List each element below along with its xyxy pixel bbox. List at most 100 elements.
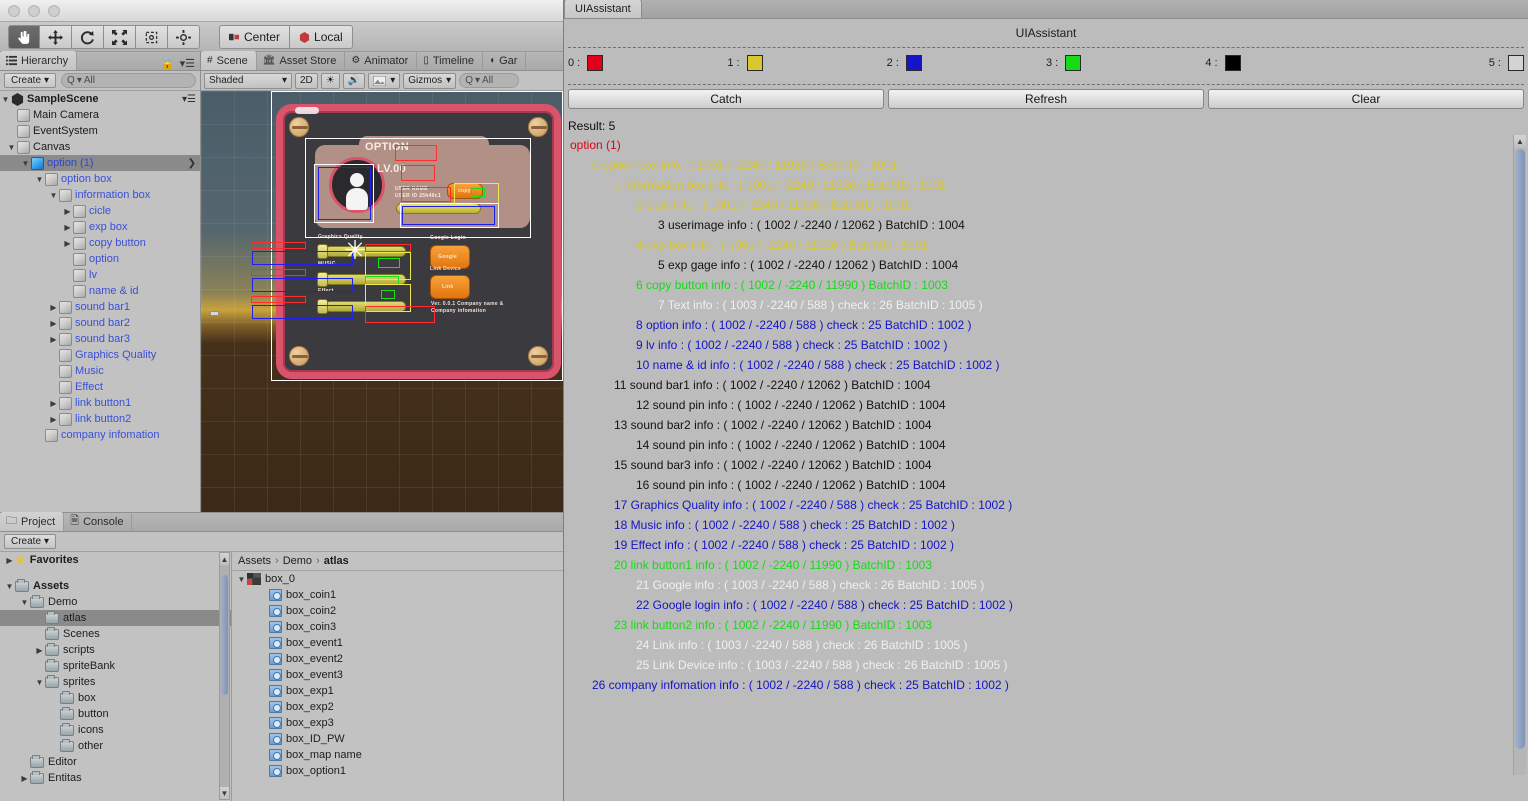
result-row-13[interactable]: 12 sound pin info : ( 1002 / -2240 / 120… bbox=[566, 395, 1526, 415]
hierarchy-root-row[interactable]: ▼ SampleScene ▾☰ bbox=[0, 91, 200, 107]
result-row-27[interactable]: 26 company infomation info : ( 1002 / -2… bbox=[566, 675, 1526, 695]
catch-button[interactable]: Catch bbox=[568, 89, 884, 109]
project-tree-item-atlas[interactable]: atlas bbox=[0, 610, 231, 626]
project-asset-list[interactable]: Assets › Demo › atlas ▼ box_0 box_coin1 box_coi… bbox=[232, 552, 563, 801]
result-list-area[interactable]: option (1) 0 option box info : ( 1001 / -… bbox=[566, 135, 1526, 775]
move-tool-button[interactable] bbox=[40, 25, 72, 49]
color-swatch[interactable] bbox=[905, 55, 922, 71]
project-create-button[interactable]: Create ▾ bbox=[4, 534, 57, 549]
project-tree-item-button[interactable]: button bbox=[0, 706, 231, 722]
hierarchy-item-sound-bar1[interactable]: ▶ sound bar1 bbox=[0, 299, 200, 315]
project-tree-item-editor[interactable]: Editor bbox=[0, 754, 231, 770]
shading-mode-dropdown[interactable]: Shaded ▾ bbox=[204, 72, 292, 89]
chevron-right-icon[interactable]: ▶ bbox=[48, 319, 59, 328]
hierarchy-item-canvas[interactable]: ▼ Canvas bbox=[0, 139, 200, 155]
scene-view-tabstrip[interactable]: # Scene 🏛 Asset Store ⚙ Animator ▯ Timeline ◖ Gar bbox=[201, 51, 563, 71]
asset-item-box-event1[interactable]: box_event1 bbox=[232, 635, 563, 651]
breadcrumb-item[interactable]: atlas bbox=[324, 555, 349, 567]
project-tree-item-entitas[interactable]: ▶ Entitas bbox=[0, 770, 231, 786]
asset-item-box-map-name[interactable]: box_map name bbox=[232, 747, 563, 763]
chevron-down-icon[interactable]: ▼ bbox=[20, 159, 31, 168]
chevron-down-icon[interactable]: ▼ bbox=[48, 191, 59, 200]
result-row-15[interactable]: 14 sound pin info : ( 1002 / -2240 / 120… bbox=[566, 435, 1526, 455]
hierarchy-item-option-1-[interactable]: ▼ option (1) ❯ bbox=[0, 155, 200, 171]
result-row-14[interactable]: 13 sound bar2 info : ( 1002 / -2240 / 12… bbox=[566, 415, 1526, 435]
chevron-down-icon[interactable]: ▼ bbox=[236, 575, 247, 584]
chevron-right-icon[interactable]: ▶ bbox=[62, 239, 73, 248]
result-row-19[interactable]: 18 Music info : ( 1002 / -2240 / 588 ) c… bbox=[566, 515, 1526, 535]
audio-toggle-button[interactable]: 🔊 bbox=[342, 72, 366, 89]
chevron-right-icon[interactable]: ▶ bbox=[34, 646, 45, 655]
hierarchy-root-menu-icon[interactable]: ▾☰ bbox=[182, 94, 196, 105]
refresh-button[interactable]: Refresh bbox=[888, 89, 1204, 109]
chevron-right-icon[interactable]: ▶ bbox=[62, 223, 73, 232]
project-tree-item-favorites[interactable]: ▶ ★ Favorites bbox=[0, 552, 231, 568]
lock-icon[interactable]: 🔒 bbox=[161, 57, 175, 70]
project-tree-item-other[interactable]: other bbox=[0, 738, 231, 754]
result-row-0[interactable]: option (1) bbox=[566, 135, 1526, 155]
result-row-7[interactable]: 6 copy button info : ( 1002 / -2240 / 11… bbox=[566, 275, 1526, 295]
hierarchy-item-option-box[interactable]: ▼ option box bbox=[0, 171, 200, 187]
color-swatch[interactable] bbox=[1065, 55, 1082, 71]
hierarchy-item-option[interactable]: option bbox=[0, 251, 200, 267]
hierarchy-item-effect[interactable]: Effect bbox=[0, 379, 200, 395]
result-scrollbar[interactable]: ▲ bbox=[1513, 135, 1526, 775]
color-swatch[interactable] bbox=[1507, 55, 1524, 71]
tab-animator[interactable]: ⚙ Animator bbox=[345, 51, 418, 70]
sound-bar3-track[interactable] bbox=[325, 301, 406, 312]
result-row-25[interactable]: 24 Link info : ( 1003 / -2240 / 588 ) ch… bbox=[566, 635, 1526, 655]
breadcrumb-item[interactable]: Demo bbox=[283, 555, 312, 567]
chevron-right-icon[interactable]: ▶ bbox=[48, 399, 59, 408]
chevron-right-icon[interactable]: ❯ bbox=[188, 158, 196, 169]
tab-scene[interactable]: # Scene bbox=[201, 51, 257, 70]
result-row-4[interactable]: 3 userimage info : ( 1002 / -2240 / 1206… bbox=[566, 215, 1526, 235]
rotate-tool-button[interactable] bbox=[72, 25, 104, 49]
result-row-1[interactable]: 0 option box info : ( 1001 / -2240 / 119… bbox=[566, 155, 1526, 175]
effects-dropdown[interactable]: ▾ bbox=[368, 72, 401, 89]
project-tabstrip[interactable]: 🗀 Project 🗎 Console bbox=[0, 512, 563, 532]
rect-tool-button[interactable] bbox=[136, 25, 168, 49]
color-swatch[interactable] bbox=[1224, 55, 1241, 71]
scene-search-input[interactable]: Q ▾ All bbox=[459, 73, 520, 88]
hierarchy-item-lv[interactable]: lv bbox=[0, 267, 200, 283]
chevron-right-icon[interactable]: ▶ bbox=[19, 774, 30, 783]
color-swatch[interactable] bbox=[587, 55, 604, 71]
asset-item-box-coin2[interactable]: box_coin2 bbox=[232, 603, 563, 619]
hierarchy-item-main-camera[interactable]: Main Camera bbox=[0, 107, 200, 123]
asset-item-box-event2[interactable]: box_event2 bbox=[232, 651, 563, 667]
result-row-16[interactable]: 15 sound bar3 info : ( 1002 / -2240 / 12… bbox=[566, 455, 1526, 475]
asset-item-box-exp3[interactable]: box_exp3 bbox=[232, 715, 563, 731]
tab-uiassistant[interactable]: UIAssistant bbox=[564, 0, 642, 18]
sound-bar3-knob[interactable] bbox=[317, 299, 328, 314]
tab-asset-store[interactable]: 🏛 Asset Store bbox=[257, 51, 346, 70]
result-row-5[interactable]: 4 exp box info : ( 1001 / -2240 / 11926 … bbox=[566, 235, 1526, 255]
project-tree-item-scripts[interactable]: ▶ scripts bbox=[0, 642, 231, 658]
chevron-down-icon[interactable]: ▼ bbox=[0, 95, 11, 104]
tab-console[interactable]: 🗎 Console bbox=[64, 512, 133, 531]
hand-tool-button[interactable] bbox=[8, 25, 40, 49]
hierarchy-item-link-button2[interactable]: ▶ link button2 bbox=[0, 411, 200, 427]
chevron-down-icon[interactable]: ▼ bbox=[4, 582, 15, 591]
transform-tool-button[interactable] bbox=[168, 25, 200, 49]
sound-bar1-knob[interactable] bbox=[317, 244, 328, 259]
hierarchy-item-link-button1[interactable]: ▶ link button1 bbox=[0, 395, 200, 411]
asset-item-box-coin1[interactable]: box_coin1 bbox=[232, 587, 563, 603]
hierarchy-item-company-infomation[interactable]: company infomation bbox=[0, 427, 200, 443]
result-row-24[interactable]: 23 link button2 info : ( 1002 / -2240 / … bbox=[566, 615, 1526, 635]
scroll-up-arrow-icon[interactable]: ▲ bbox=[1514, 135, 1526, 148]
result-list[interactable]: option (1) 0 option box info : ( 1001 / -… bbox=[566, 135, 1526, 695]
hierarchy-item-name-id[interactable]: name & id bbox=[0, 283, 200, 299]
result-row-23[interactable]: 22 Google login info : ( 1002 / -2240 / … bbox=[566, 595, 1526, 615]
sound-bar2-track[interactable] bbox=[325, 274, 406, 285]
hierarchy-item-cicle[interactable]: ▶ cicle bbox=[0, 203, 200, 219]
scene-canvas[interactable]: OPTION LV.00 USER NAME USER ID 25h49c1 c… bbox=[201, 91, 563, 512]
breadcrumb[interactable]: Assets › Demo › atlas bbox=[232, 552, 563, 571]
hierarchy-tab-icons[interactable]: 🔒 ▾☰ bbox=[161, 57, 200, 70]
hierarchy-item-graphics-quality[interactable]: Graphics Quality bbox=[0, 347, 200, 363]
chevron-down-icon[interactable]: ▼ bbox=[19, 598, 30, 607]
pivot-mode-button[interactable]: Center bbox=[219, 25, 291, 49]
asset-item-box-event3[interactable]: box_event3 bbox=[232, 667, 563, 683]
chevron-right-icon[interactable]: ▶ bbox=[4, 556, 15, 565]
tab-gar[interactable]: ◖ Gar bbox=[483, 51, 527, 70]
project-tree-item-demo[interactable]: ▼ Demo bbox=[0, 594, 231, 610]
